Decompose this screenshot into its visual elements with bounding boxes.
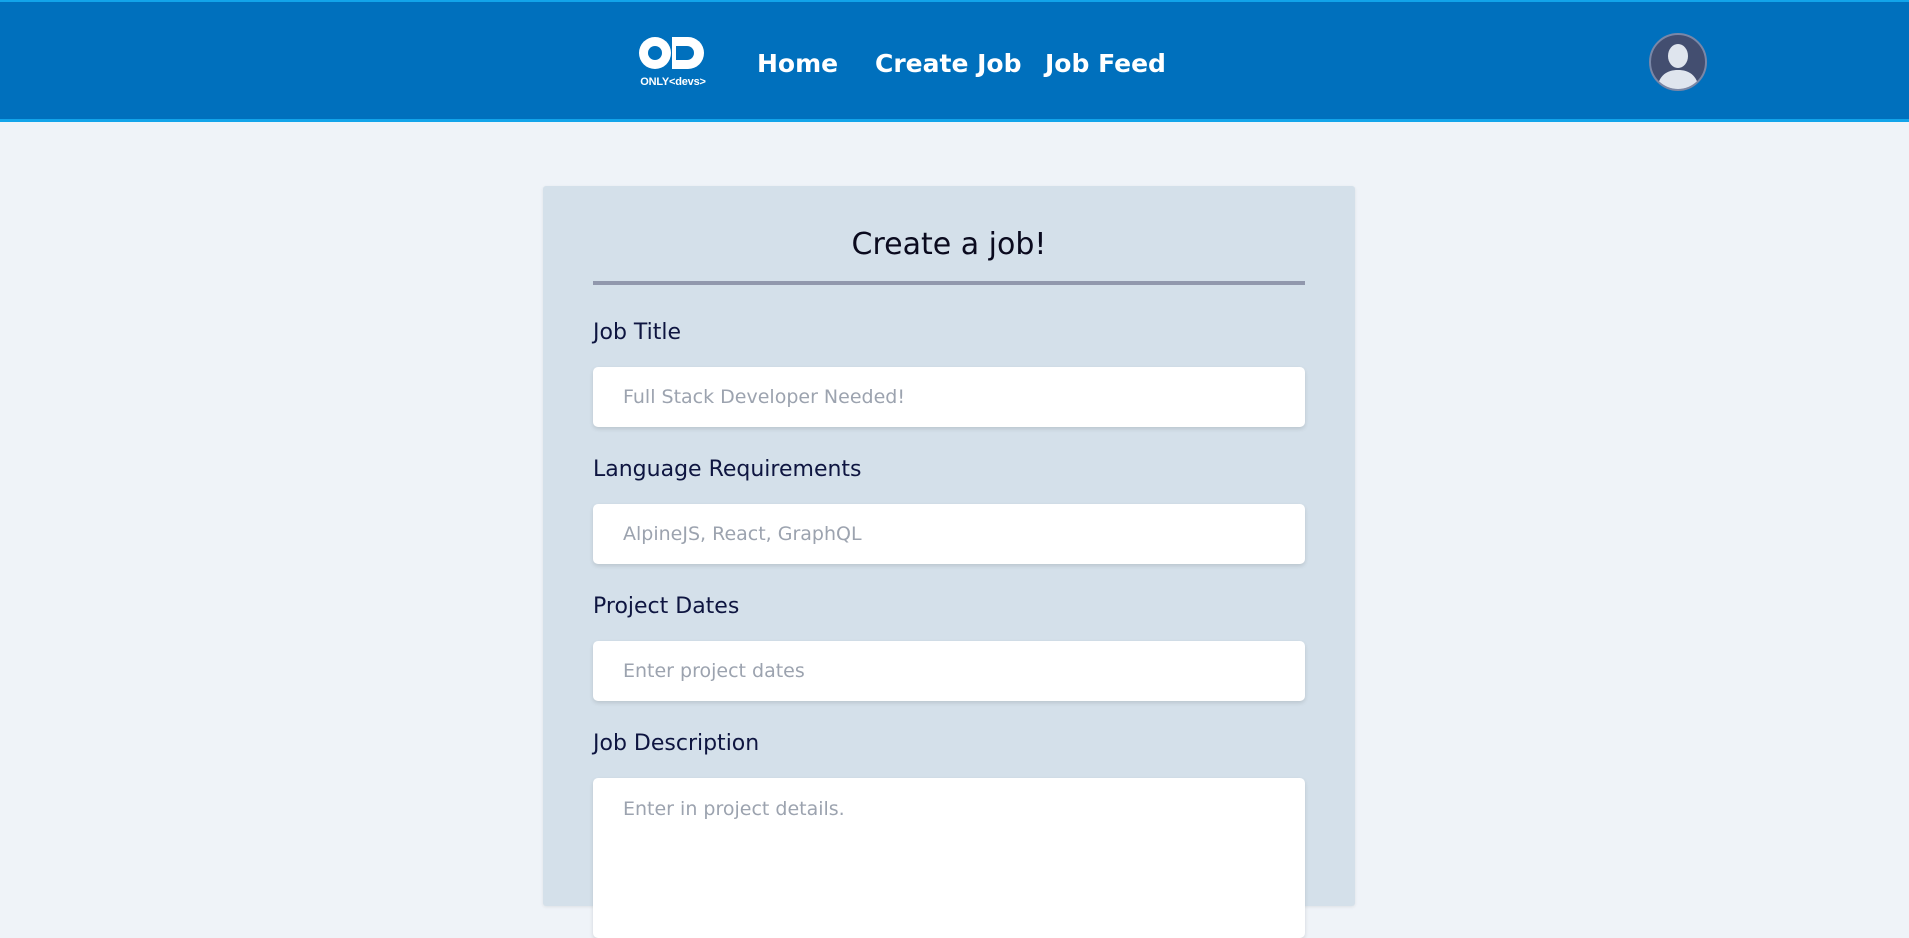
brand-logo[interactable]: ONLY<devs>	[636, 32, 710, 94]
job-title-input[interactable]	[593, 367, 1305, 427]
infinity-od-logo-icon	[639, 37, 704, 69]
project-dates-label: Project Dates	[593, 594, 740, 619]
job-title-label: Job Title	[593, 320, 682, 345]
user-avatar-icon	[1657, 44, 1699, 89]
user-avatar[interactable]	[1649, 33, 1707, 91]
logo-text: ONLY<devs>	[640, 76, 706, 88]
nav-create-job[interactable]: Create Job	[875, 49, 1021, 79]
language-requirements-input[interactable]	[593, 504, 1305, 564]
language-requirements-label: Language Requirements	[593, 457, 862, 482]
title-divider	[593, 281, 1305, 285]
project-dates-input[interactable]	[593, 641, 1305, 701]
nav-job-feed[interactable]: Job Feed	[1045, 49, 1166, 79]
job-description-textarea[interactable]	[593, 778, 1305, 938]
create-job-card: Create a job! Job Title Language Require…	[543, 186, 1355, 938]
nav-home[interactable]: Home	[757, 49, 838, 79]
top-navbar: ONLY<devs> Home Create Job Job Feed	[0, 0, 1909, 122]
form-title: Create a job!	[851, 227, 1047, 262]
job-description-label: Job Description	[593, 731, 760, 756]
